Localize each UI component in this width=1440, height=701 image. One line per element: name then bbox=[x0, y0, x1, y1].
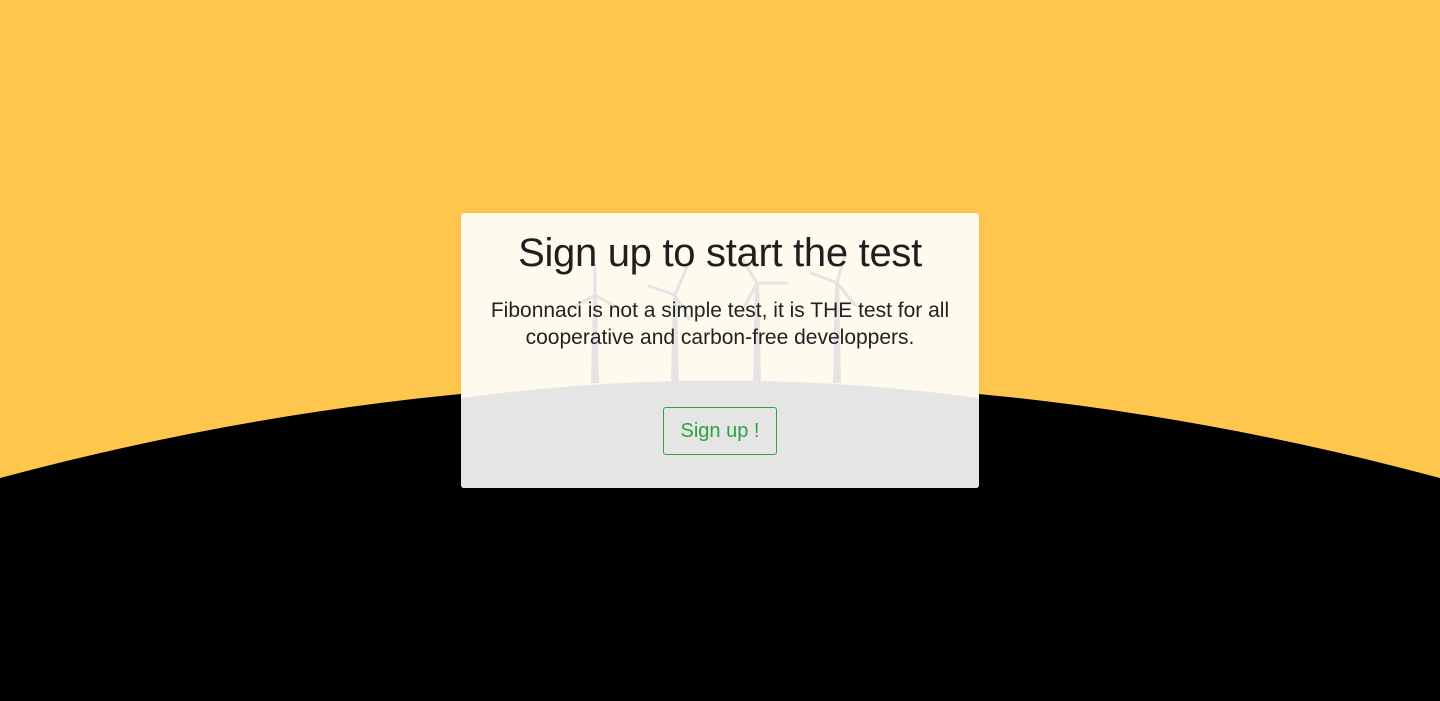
card-description: Fibonnaci is not a simple test, it is TH… bbox=[490, 299, 950, 349]
signup-button[interactable]: Sign up ! bbox=[663, 407, 777, 455]
signup-card: Sign up to start the test Fibonnaci is n… bbox=[461, 213, 979, 488]
card-title: Sign up to start the test bbox=[518, 231, 922, 275]
